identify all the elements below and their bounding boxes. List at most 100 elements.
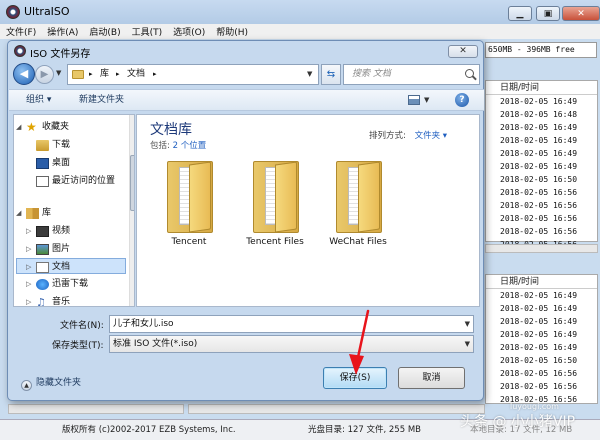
collapse-chevron-icon[interactable]: ◢ (16, 119, 21, 135)
sidebar-item-libraries[interactable]: ◢ 库 (16, 205, 126, 221)
expand-chevron-icon[interactable]: ▷ (26, 276, 31, 292)
sidebar-item-videos[interactable]: ▷ 视频 (16, 223, 126, 239)
sidebar-item-thunder-downloads[interactable]: ▷ 迅雷下载 (16, 276, 126, 292)
breadcrumb-separator-icon[interactable]: ▸ (116, 65, 120, 84)
breadcrumb-libraries[interactable]: 库 (100, 65, 109, 84)
menu-actions[interactable]: 操作(A) (47, 25, 78, 38)
navigation-pane-scrollbar[interactable] (129, 115, 134, 306)
menu-tools[interactable]: 工具(T) (132, 25, 163, 38)
list-item[interactable]: 2018-02-05 16:50 (486, 354, 597, 367)
watermark-text: 头条 @ 小小猪VIP (460, 414, 576, 430)
expand-chevron-icon[interactable]: ▷ (26, 259, 31, 275)
documents-icon (36, 262, 49, 273)
file-content-pane[interactable]: 文档库 包括: 2 个位置 排列方式: 文件夹 ▾ Tencent Tencen… (136, 114, 480, 307)
bottom-left-scrollbar[interactable] (8, 404, 184, 414)
filetype-select[interactable]: 标准 ISO 文件(*.iso) ▼ (109, 335, 474, 353)
list-item[interactable]: 2018-02-05 16:48 (486, 108, 597, 121)
help-icon[interactable]: ? (455, 93, 469, 107)
local-file-list[interactable]: 日期/时间 2018-02-05 16:49 2018-02-05 16:49 … (485, 274, 598, 404)
restore-button[interactable]: ▣ (536, 6, 560, 21)
list-item[interactable]: 2018-02-05 16:49 (486, 341, 597, 354)
list-item[interactable]: 2018-02-05 16:49 (486, 147, 597, 160)
expand-chevron-icon[interactable]: ▷ (26, 294, 31, 306)
list-item[interactable]: 2018-02-05 16:56 (486, 367, 597, 380)
new-folder-button[interactable]: 新建文件夹 (79, 90, 124, 110)
list-item[interactable]: 2018-02-05 16:49 (486, 315, 597, 328)
arrange-by-label: 排列方式: (369, 131, 406, 141)
folder-label: Tencent (171, 237, 207, 247)
hide-folders-toggle[interactable]: ▲ 隐藏文件夹 (21, 375, 81, 391)
breadcrumb[interactable]: ▸ 库 ▸ 文档 ▸ ▼ (67, 64, 319, 85)
list-item[interactable]: 2018-02-05 16:56 (486, 212, 597, 225)
libraries-icon (26, 208, 39, 219)
includes-locations-link[interactable]: 2 个位置 (173, 141, 207, 151)
breadcrumb-documents[interactable]: 文档 (127, 65, 145, 84)
bottom-middle-scrollbar[interactable] (188, 404, 485, 414)
expand-chevron-icon[interactable]: ▷ (26, 223, 31, 239)
menu-file[interactable]: 文件(F) (6, 25, 36, 38)
forward-arrow-icon[interactable]: ▶ (35, 65, 54, 84)
minimize-button[interactable]: ▁ (508, 6, 532, 21)
navigation-bar: ◀ ▶ ▼ ▸ 库 ▸ 文档 ▸ ▼ ⇆ 搜索 文档 (13, 63, 480, 87)
cancel-button[interactable]: 取消 (398, 367, 465, 389)
scrollbar-thumb[interactable] (130, 155, 134, 211)
list-item[interactable]: 2018-02-05 16:56 (486, 186, 597, 199)
star-icon: ★ (26, 120, 37, 134)
breadcrumb-separator-icon[interactable]: ▸ (89, 65, 93, 84)
folder-wechat-files[interactable]: WeChat Files (320, 161, 396, 251)
address-dropdown-chevron-icon[interactable]: ▼ (307, 65, 312, 84)
close-button[interactable]: ✕ (562, 6, 600, 21)
list-item[interactable]: 2018-02-05 16:49 (486, 160, 597, 173)
list-item[interactable]: 2018-02-05 16:50 (486, 173, 597, 186)
sidebar-item-recent-places[interactable]: 最近访问的位置 (16, 173, 128, 189)
breadcrumb-separator-icon[interactable]: ▸ (153, 65, 157, 84)
filename-input[interactable]: 儿子和女儿.iso ▼ (109, 315, 474, 333)
ultraiso-disc-icon (14, 45, 26, 57)
refresh-button[interactable]: ⇆ (321, 64, 341, 85)
sidebar-item-label: 文档 (52, 262, 71, 272)
arrange-by-dropdown[interactable]: 文件夹 ▾ (415, 131, 447, 141)
sidebar-item-favorites[interactable]: ◢ ★ 收藏夹 (16, 119, 126, 135)
sidebar-item-pictures[interactable]: ▷ 图片 (16, 241, 126, 257)
chevron-up-icon: ▲ (21, 380, 32, 391)
folder-tencent-files[interactable]: Tencent Files (237, 161, 313, 251)
list-item[interactable]: 2018-02-05 16:49 (486, 302, 597, 315)
expand-chevron-icon[interactable]: ▷ (26, 241, 31, 257)
sidebar-item-documents[interactable]: ▷ 文档 (16, 258, 126, 274)
back-arrow-icon[interactable]: ◀ (13, 63, 35, 85)
list-item[interactable]: 2018-02-05 16:49 (486, 289, 597, 302)
search-input[interactable]: 搜索 文档 (343, 64, 480, 85)
organize-button[interactable]: 组织 ▾ (26, 90, 51, 110)
dialog-close-button[interactable]: ✕ (448, 45, 478, 58)
menu-options[interactable]: 选项(O) (173, 25, 205, 38)
list-item[interactable]: 2018-02-05 16:56 (486, 199, 597, 212)
disc-file-list[interactable]: 日期/时间 2018-02-05 16:49 2018-02-05 16:48 … (485, 80, 598, 249)
list-item[interactable]: 2018-02-05 16:49 (486, 134, 597, 147)
main-menubar: 文件(F) 操作(A) 启动(B) 工具(T) 选项(O) 帮助(H) (0, 24, 600, 39)
list-item[interactable]: 2018-02-05 16:56 (486, 225, 597, 238)
recent-locations-chevron-icon[interactable]: ▼ (56, 69, 61, 77)
list-item[interactable]: 2018-02-05 16:49 (486, 328, 597, 341)
collapse-chevron-icon[interactable]: ◢ (16, 205, 21, 221)
menu-help[interactable]: 帮助(H) (216, 25, 248, 38)
upper-horizontal-scrollbar[interactable] (485, 244, 598, 253)
search-icon[interactable] (465, 69, 474, 78)
hide-folders-label: 隐藏文件夹 (36, 378, 82, 388)
menu-bootable[interactable]: 启动(B) (89, 25, 120, 38)
list-item[interactable]: 2018-02-05 16:49 (486, 95, 597, 108)
filename-history-chevron-icon[interactable]: ▼ (465, 316, 470, 332)
sidebar-item-downloads[interactable]: 下载 (16, 137, 126, 153)
list-item[interactable]: 2018-02-05 16:56 (486, 380, 597, 393)
save-button[interactable]: 保存(S) (323, 367, 387, 389)
sidebar-item-music[interactable]: ▷ ♫ 音乐 (16, 294, 126, 306)
filetype-chevron-icon[interactable]: ▼ (465, 336, 470, 352)
date-time-column-header[interactable]: 日期/时间 (486, 81, 597, 95)
sidebar-item-desktop[interactable]: 桌面 (16, 155, 126, 171)
view-options-chevron-icon[interactable]: ▼ (424, 90, 429, 110)
date-time-column-header[interactable]: 日期/时间 (486, 275, 597, 289)
list-item[interactable]: 2018-02-05 16:49 (486, 121, 597, 134)
navigation-pane[interactable]: ◢ ★ 收藏夹 下载 桌面 最近访问的位置 ◢ 库 ▷ 视频 ▷ 图片 ▷ 文档… (13, 114, 135, 307)
change-view-icon[interactable] (408, 95, 420, 105)
sidebar-item-label: 视频 (52, 226, 71, 236)
folder-tencent[interactable]: Tencent (151, 161, 227, 251)
